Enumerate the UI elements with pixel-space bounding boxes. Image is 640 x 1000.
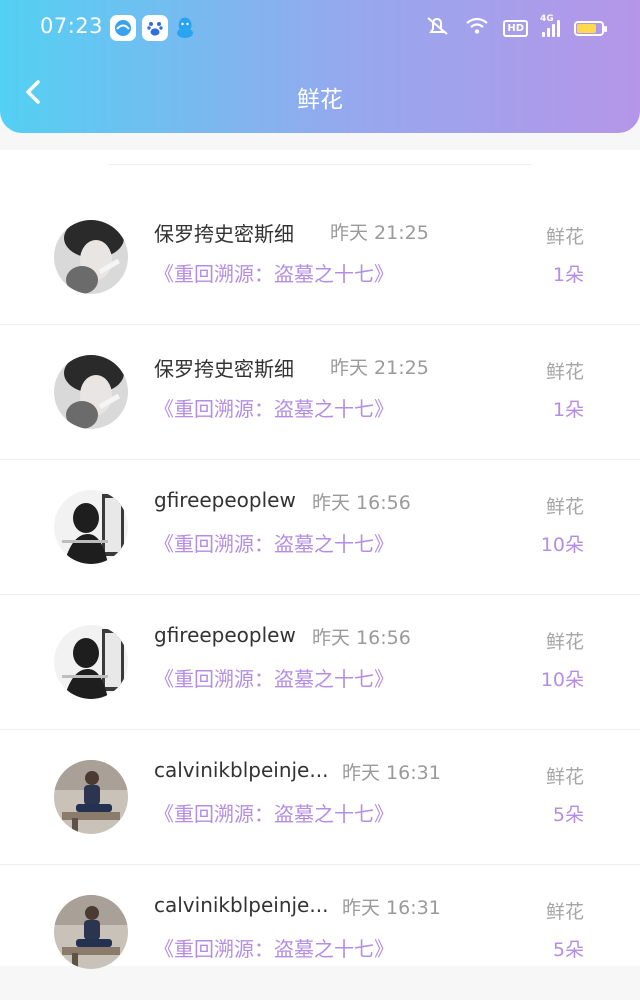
username: calvinikblpeinje... (154, 893, 329, 917)
gift-label: 鲜花 (545, 766, 584, 788)
avatar[interactable] (54, 625, 128, 699)
book-title[interactable]: 《重回溯源：盗墓之十七》 (154, 798, 394, 827)
book-title[interactable]: 《重回溯源：盗墓之十七》 (154, 933, 394, 962)
avatar[interactable] (54, 895, 128, 969)
gift-record-row[interactable]: gfireepeoplew 昨天 16:56 《重回溯源：盗墓之十七》 鲜花 1… (0, 595, 640, 730)
timestamp: 昨天 16:31 (342, 762, 441, 784)
gift-record-row[interactable]: 保罗挎史密斯细 昨天 21:25 《重回溯源：盗墓之十七》 鲜花 1朵 (0, 325, 640, 460)
avatar[interactable] (54, 760, 128, 834)
timestamp: 昨天 21:25 (330, 357, 429, 379)
baidu-app-icon (142, 15, 168, 41)
wifi-icon (465, 16, 489, 40)
timestamp: 昨天 16:56 (312, 492, 411, 514)
gift-label: 鲜花 (545, 901, 584, 923)
gift-record-list[interactable]: 保罗挎史密斯细 昨天 21:25 《重回溯源：盗墓之十七》 鲜花 1朵 保罗挎史… (0, 150, 640, 969)
timestamp: 昨天 16:56 (312, 627, 411, 649)
status-indicators: HD 4G (425, 14, 607, 42)
gift-label: 鲜花 (545, 226, 584, 248)
gift-count: 1朵 (552, 399, 584, 421)
divider (108, 164, 532, 165)
gift-count: 10朵 (540, 534, 584, 556)
network-type: 4G (540, 14, 554, 24)
battery-level (577, 23, 596, 33)
book-title[interactable]: 《重回溯源：盗墓之十七》 (154, 393, 394, 422)
username: gfireepeoplew (154, 623, 296, 647)
avatar[interactable] (54, 355, 128, 429)
gift-label: 鲜花 (545, 361, 584, 383)
gift-count: 1朵 (552, 264, 584, 286)
signal-icon: 4G (540, 14, 560, 37)
book-title[interactable]: 《重回溯源：盗墓之十七》 (154, 663, 394, 692)
username: gfireepeoplew (154, 488, 296, 512)
nav-bar: 鲜花 (0, 58, 640, 134)
browser-app-icon (110, 15, 136, 41)
gift-record-row[interactable]: 保罗挎史密斯细 昨天 21:25 《重回溯源：盗墓之十七》 鲜花 1朵 (0, 190, 640, 325)
username: 保罗挎史密斯细 (154, 357, 294, 381)
gift-count: 10朵 (540, 669, 584, 691)
avatar[interactable] (54, 220, 128, 294)
avatar[interactable] (54, 490, 128, 564)
book-title[interactable]: 《重回溯源：盗墓之十七》 (154, 258, 394, 287)
book-title[interactable]: 《重回溯源：盗墓之十七》 (154, 528, 394, 557)
hd-icon: HD (503, 19, 528, 37)
page-title: 鲜花 (297, 87, 343, 113)
gift-record-row[interactable]: gfireepeoplew 昨天 16:56 《重回溯源：盗墓之十七》 鲜花 1… (0, 460, 640, 595)
gift-record-row[interactable]: calvinikblpeinje... 昨天 16:31 《重回溯源：盗墓之十七… (0, 865, 640, 1000)
timestamp: 昨天 21:25 (330, 222, 429, 244)
gift-record-row[interactable]: calvinikblpeinje... 昨天 16:31 《重回溯源：盗墓之十七… (0, 730, 640, 865)
gift-count: 5朵 (552, 804, 584, 826)
gift-label: 鲜花 (545, 631, 584, 653)
gift-count: 5朵 (552, 939, 584, 961)
status-time: 07:23 (40, 14, 104, 38)
qq-app-icon (172, 15, 198, 41)
mute-icon (425, 15, 451, 41)
username: calvinikblpeinje... (154, 758, 329, 782)
timestamp: 昨天 16:31 (342, 897, 441, 919)
username: 保罗挎史密斯细 (154, 222, 294, 246)
gift-label: 鲜花 (545, 496, 584, 518)
status-bar: 07:23 HD 4G (0, 0, 640, 56)
header: 07:23 HD 4G 鲜花 (0, 0, 640, 133)
battery-icon (574, 20, 607, 36)
